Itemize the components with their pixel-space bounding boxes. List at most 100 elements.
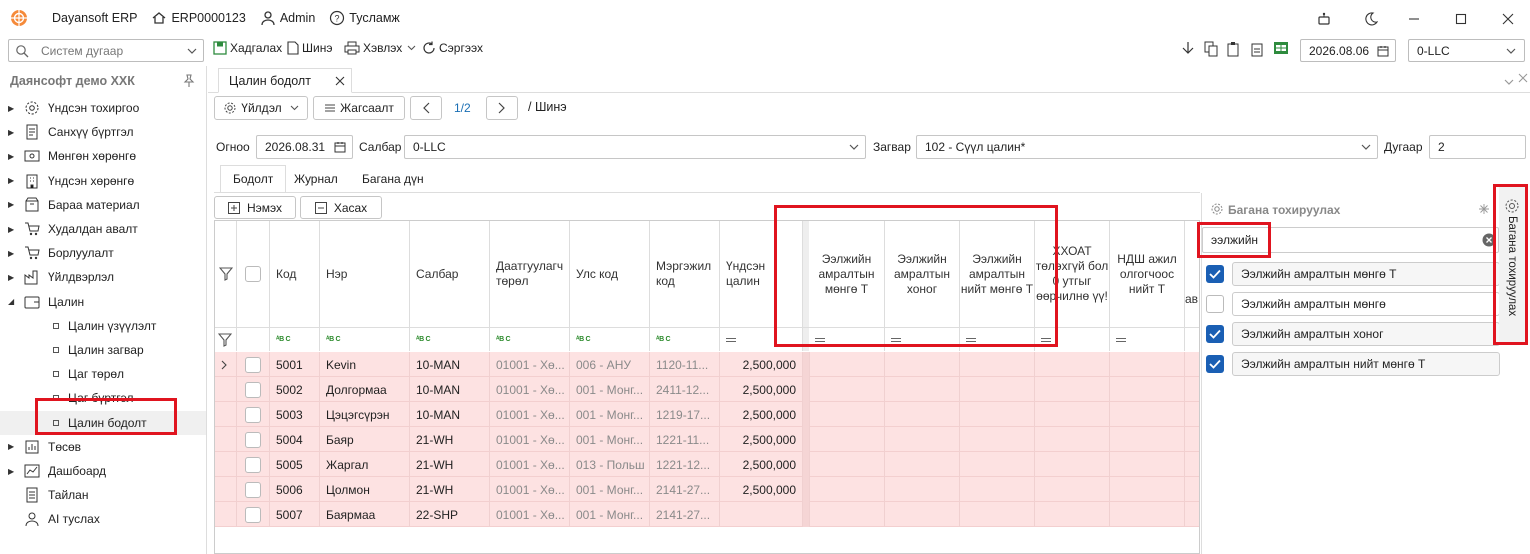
download-button[interactable] (1181, 41, 1198, 57)
list-button[interactable]: Жагсаалт (313, 96, 405, 120)
cell-branch[interactable]: 22-SHP (410, 502, 490, 527)
expand-caret-icon[interactable]: ▶ (8, 273, 14, 282)
cell-empty[interactable] (885, 477, 960, 502)
cell-insurance[interactable]: 01001 - Хө... (490, 427, 570, 452)
close-all-icon[interactable] (1518, 72, 1528, 86)
cell-insurance[interactable]: 01001 - Хө... (490, 402, 570, 427)
expand-caret-icon[interactable]: ▶ (8, 225, 14, 234)
cell-empty[interactable] (1185, 427, 1199, 452)
header-name[interactable]: Нэр (320, 221, 410, 327)
sidebar-item-basic-settings[interactable]: ▶ Үндсэн тохиргоо (0, 96, 206, 120)
sidebar-item-budget[interactable]: ▶ Төсөв (0, 435, 206, 459)
cell-name[interactable]: Баяр (320, 427, 410, 452)
save-button[interactable]: Хадгалах (213, 41, 282, 55)
row-checkbox[interactable] (237, 452, 270, 477)
cell-code[interactable]: 5006 (270, 477, 320, 502)
filter-code[interactable]: ᴬB C (270, 327, 320, 351)
cell-name[interactable]: Цолмон (320, 477, 410, 502)
cell-name[interactable]: Kevin (320, 352, 410, 377)
header-salary[interactable]: Үндсэн цалин (720, 221, 803, 327)
tab-salary-calculation[interactable]: Цалин бодолт (218, 68, 352, 93)
expand-caret-icon[interactable]: ▶ (8, 104, 14, 113)
cell-profession[interactable]: 2411-12... (650, 377, 720, 402)
sidebar-item-salary-template[interactable]: Цалин загвар (0, 338, 206, 362)
row-expand-icon[interactable] (215, 352, 237, 377)
tab-calculation[interactable]: Бодолт (220, 165, 287, 192)
cell-code[interactable]: 5003 (270, 402, 320, 427)
cell-empty[interactable] (1110, 452, 1185, 477)
expand-caret-icon[interactable]: ▶ (8, 442, 14, 451)
cell-branch[interactable]: 21-WH (410, 452, 490, 477)
row-expand-icon[interactable] (215, 502, 237, 527)
cell-empty[interactable] (960, 377, 1035, 402)
header-vacation-pay[interactable]: Ээлжийн амралтын мөнгө Т (809, 221, 885, 327)
cell-empty[interactable] (960, 502, 1035, 527)
sidebar-item-inventory[interactable]: ▶ Бараа материал (0, 193, 206, 217)
toolbar-date-picker[interactable]: 2026.08.06 (1300, 39, 1396, 62)
cell-empty[interactable] (809, 502, 885, 527)
table-row[interactable]: 5001 Kevin 10-MAN 01001 - Хө... 006 - АНУ 112… (215, 352, 1199, 377)
column-option[interactable]: Ээлжийн амралтын нийт мөнгө Т (1206, 351, 1500, 377)
cell-empty[interactable] (1185, 402, 1199, 427)
sidebar-item-finance[interactable]: ▶ Санхүү бүртгэл (0, 120, 206, 144)
table-row[interactable]: 5007 Баярмаа 22-SHP 01001 - Хө... 001 - Монг… (215, 502, 1199, 527)
export-button[interactable] (1273, 41, 1292, 55)
filter-insurance[interactable]: ᴬB C (490, 327, 570, 351)
cell-empty[interactable] (960, 427, 1035, 452)
expand-caret-icon[interactable]: ▶ (8, 176, 14, 185)
header-income-tax[interactable]: ХХОАТ төлөхгүй бол 0 утгыг өөрчилнө үү! (1035, 221, 1110, 327)
cell-empty[interactable] (960, 477, 1035, 502)
template-select[interactable]: 102 - Сүүл цалин* (916, 135, 1378, 159)
cell-branch[interactable]: 10-MAN (410, 377, 490, 402)
column-option[interactable]: Ээлжийн амралтын мөнгө Т (1206, 261, 1500, 287)
sidebar-item-fixed-assets[interactable]: ▶ Үндсэн хөрөнгө (0, 169, 206, 193)
filter-vacation-days[interactable] (885, 327, 960, 351)
column-search-input[interactable]: ээлжийн (1202, 227, 1499, 253)
table-row[interactable]: 5005 Жаргал 21-WH 01001 - Хө... 013 - Польш 1… (215, 452, 1199, 477)
tab-column-totals[interactable]: Багана дүн (350, 165, 436, 192)
row-checkbox[interactable] (237, 402, 270, 427)
cell-empty[interactable] (1110, 377, 1185, 402)
company-select[interactable]: 0-LLC (1408, 39, 1525, 62)
cell-country[interactable]: 006 - АНУ (570, 352, 650, 377)
print-button[interactable]: Хэвлэх (344, 41, 419, 55)
cell-empty[interactable] (809, 352, 885, 377)
cell-empty[interactable] (885, 502, 960, 527)
cell-empty[interactable] (885, 377, 960, 402)
pin-icon[interactable] (182, 74, 196, 91)
header-social-insurance[interactable]: НДШ ажил олгогчоос нийт Т (1110, 221, 1185, 327)
sidebar-item-production[interactable]: ▶ Үйлдвэрлэл (0, 265, 206, 289)
header-code[interactable]: Код (270, 221, 320, 327)
cell-code[interactable]: 5002 (270, 377, 320, 402)
header-more[interactable]: ав (1185, 221, 1199, 327)
help-item[interactable]: ? Тусламж (329, 10, 400, 26)
row-expand-icon[interactable] (215, 402, 237, 427)
row-expand-icon[interactable] (215, 452, 237, 477)
cell-insurance[interactable]: 01001 - Хө... (490, 477, 570, 502)
cell-empty[interactable] (885, 452, 960, 477)
tab-journal[interactable]: Журнал (282, 165, 350, 192)
filter-profession[interactable]: ᴬB C (650, 327, 720, 351)
filter-income-tax[interactable] (1035, 327, 1110, 351)
branch-select[interactable]: 0-LLC (404, 135, 866, 159)
column-settings-side-tab[interactable]: Багана тохируулах (1499, 186, 1527, 342)
cell-country[interactable]: 001 - Монг... (570, 427, 650, 452)
cell-empty[interactable] (885, 352, 960, 377)
cell-empty[interactable] (809, 427, 885, 452)
cell-code[interactable]: 5004 (270, 427, 320, 452)
cell-insurance[interactable]: 01001 - Хө... (490, 377, 570, 402)
process-button[interactable]: Үйлдэл (214, 96, 308, 120)
close-window-icon[interactable] (1499, 10, 1517, 28)
cell-empty[interactable] (1185, 352, 1199, 377)
cell-empty[interactable] (1035, 377, 1110, 402)
cell-name[interactable]: Баярмаа (320, 502, 410, 527)
cell-insurance[interactable]: 01001 - Хө... (490, 452, 570, 477)
new-button[interactable]: Шинэ (287, 41, 332, 55)
sidebar-item-purchasing[interactable]: ▶ Худалдан авалт (0, 217, 206, 241)
cell-empty[interactable] (1110, 402, 1185, 427)
panel-pin-icon[interactable] (1478, 203, 1490, 218)
cell-salary[interactable]: 2,500,000 (720, 477, 803, 502)
cell-code[interactable]: 5005 (270, 452, 320, 477)
row-expand-icon[interactable] (215, 427, 237, 452)
cell-country[interactable]: 001 - Монг... (570, 377, 650, 402)
